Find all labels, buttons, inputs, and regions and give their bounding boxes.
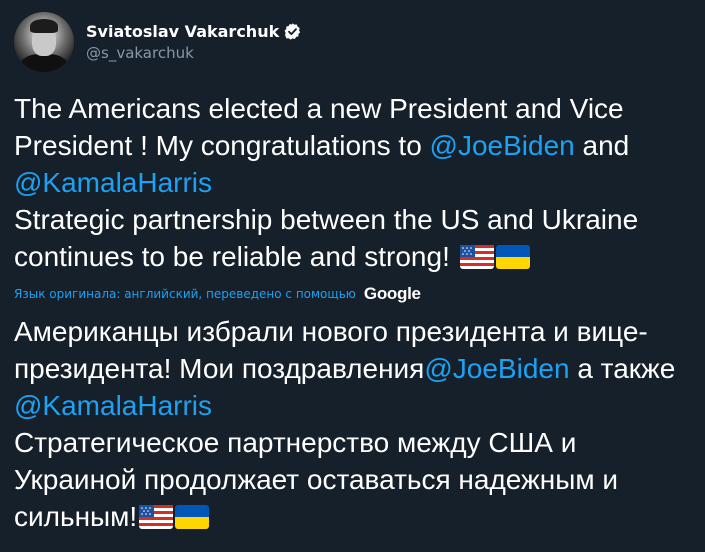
ukraine-flag-icon (175, 505, 210, 529)
tweet-text-segment: сильным! (14, 501, 138, 532)
mention-link-kamalaharris[interactable]: @KamalaHarris (14, 390, 212, 421)
mention-link-kamalaharris[interactable]: @KamalaHarris (14, 167, 212, 198)
author-display-name[interactable]: Sviatoslav Vakarchuk (86, 22, 279, 41)
tweet-text-segment: continues to be reliable and strong! (14, 241, 458, 272)
tweet-text-segment: President ! My congratulations to (14, 130, 430, 161)
tweet-line: The Americans elected a new President an… (14, 93, 624, 124)
mention-link-joebiden[interactable]: @JoeBiden (424, 353, 569, 384)
verified-badge-icon (284, 23, 301, 40)
tweet-line: президента! Мои поздравления@JoeBiden а … (14, 350, 694, 387)
translation-note: Язык оригинала: английский, переведено с… (14, 284, 421, 304)
avatar[interactable] (14, 12, 74, 72)
tweet-line: сильным! (14, 498, 694, 535)
tweet-line: continues to be reliable and strong! (14, 238, 694, 275)
us-flag-icon (459, 245, 494, 269)
tweet-line: Стратегическое партнерство между США и (14, 427, 577, 458)
tweet-line: @KamalaHarris (14, 387, 694, 424)
tweet-line: Strategic partnership between the US and… (14, 204, 639, 235)
tweet-text-segment: президента! Мои поздравления (14, 353, 425, 384)
author-handle[interactable]: @s_vakarchuk (86, 44, 302, 62)
tweet-text-segment: а также (569, 353, 676, 384)
tweet-text-translated: Американцы избрали нового президента и в… (14, 313, 694, 535)
translation-note-text[interactable]: Язык оригинала: английский, переведено с… (14, 287, 356, 301)
ukraine-flag-icon (495, 245, 530, 269)
tweet-line: @KamalaHarris (14, 164, 694, 201)
author-info: Sviatoslav Vakarchuk @s_vakarchuk (86, 22, 302, 62)
tweet: Sviatoslav Vakarchuk @s_vakarchuk The Am… (0, 0, 705, 552)
tweet-text-segment: and (574, 130, 630, 161)
us-flag-icon (139, 505, 174, 529)
tweet-line: Украиной продолжает оставаться надежным … (14, 464, 619, 495)
tweet-line: Американцы избрали нового президента и в… (14, 316, 648, 347)
mention-link-joebiden[interactable]: @JoeBiden (430, 130, 575, 161)
google-logo: Google (363, 284, 421, 303)
tweet-header: Sviatoslav Vakarchuk @s_vakarchuk (14, 12, 302, 72)
author-name-row: Sviatoslav Vakarchuk (86, 22, 302, 41)
tweet-line: President ! My congratulations to @JoeBi… (14, 127, 694, 164)
tweet-text-original: The Americans elected a new President an… (14, 90, 694, 275)
